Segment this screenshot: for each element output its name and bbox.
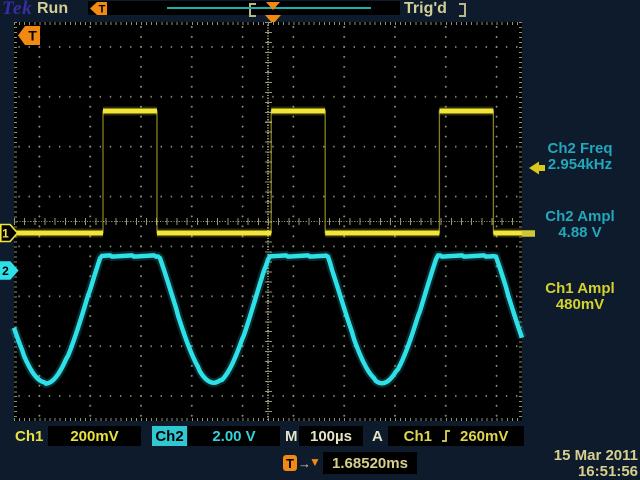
ch2-badge: Ch2: [152, 426, 187, 446]
graticule: [14, 22, 522, 421]
measurement-label: Ch1 Ampl: [522, 281, 638, 297]
graticule-edge-left: [14, 22, 17, 421]
timebase-label: M: [285, 428, 298, 445]
record-window-bracket-left: [249, 3, 256, 17]
ch1-position-marker-label: 1: [2, 227, 9, 241]
date: 15 Mar 2011: [500, 448, 638, 464]
graticule-edge-top: [14, 22, 522, 25]
record-window-bracket-right: [459, 3, 466, 17]
triangle-down-icon: ▼: [309, 455, 321, 469]
measurement-value: 2.954kHz: [522, 157, 638, 173]
center-vertical-axis: [267, 22, 268, 421]
measurement-label: Ch2 Ampl: [522, 209, 638, 225]
time: 16:51:56: [500, 464, 638, 480]
trigger-source: Ch1: [404, 428, 432, 445]
trigger-status: Trig'd: [404, 0, 447, 18]
ch1-scale-readout: 200mV: [48, 426, 141, 446]
ch2-position-marker-label: 2: [2, 264, 9, 278]
horizontal-trigger-icon: T: [283, 455, 297, 471]
ch1-label: Ch1: [15, 428, 43, 445]
oscilloscope-screen: Tek Run Trig'd Ch2 Freq 2.954kHz Ch2 Amp…: [0, 0, 640, 480]
measurement-value: 480mV: [522, 297, 638, 313]
timebase-readout: 100µs: [299, 426, 363, 446]
acquisition-state: Run: [37, 0, 68, 18]
measurement-ch2-freq: Ch2 Freq 2.954kHz: [522, 141, 638, 173]
trigger-mode-label: A: [372, 428, 383, 445]
measurement-ch2-ampl: Ch2 Ampl 4.88 V: [522, 209, 638, 241]
trigger-readout: Ch1 260mV: [388, 426, 524, 446]
tek-logo: Tek: [2, 0, 33, 20]
rising-edge-icon: [441, 429, 451, 443]
trigger-level: 260mV: [460, 428, 508, 445]
graticule-edge-bottom: [14, 418, 522, 421]
record-trigger-position-icon: [266, 2, 280, 10]
ch2-scale-readout: 2.00 V: [188, 426, 280, 446]
measurement-value: 4.88 V: [522, 225, 638, 241]
horizontal-position-readout: 1.68520ms: [323, 452, 417, 474]
measurement-ch1-ampl: Ch1 Ampl 480mV: [522, 281, 638, 313]
datetime: 15 Mar 2011 16:51:56: [500, 448, 640, 479]
measurement-label: Ch2 Freq: [522, 141, 638, 157]
